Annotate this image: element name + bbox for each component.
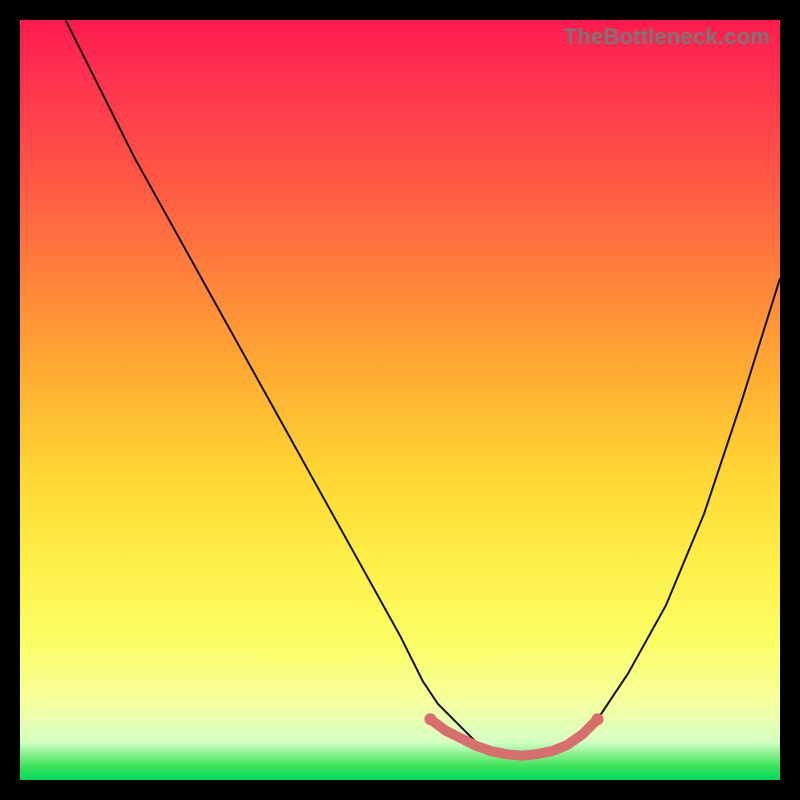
optimal-range-end-dot	[592, 713, 604, 725]
optimal-range-start-dot	[424, 713, 436, 725]
chart-frame: TheBottleneck.com	[20, 20, 780, 780]
optimal-range-highlight	[430, 719, 597, 756]
chart-svg	[20, 20, 780, 780]
bottleneck-curve	[66, 20, 780, 757]
